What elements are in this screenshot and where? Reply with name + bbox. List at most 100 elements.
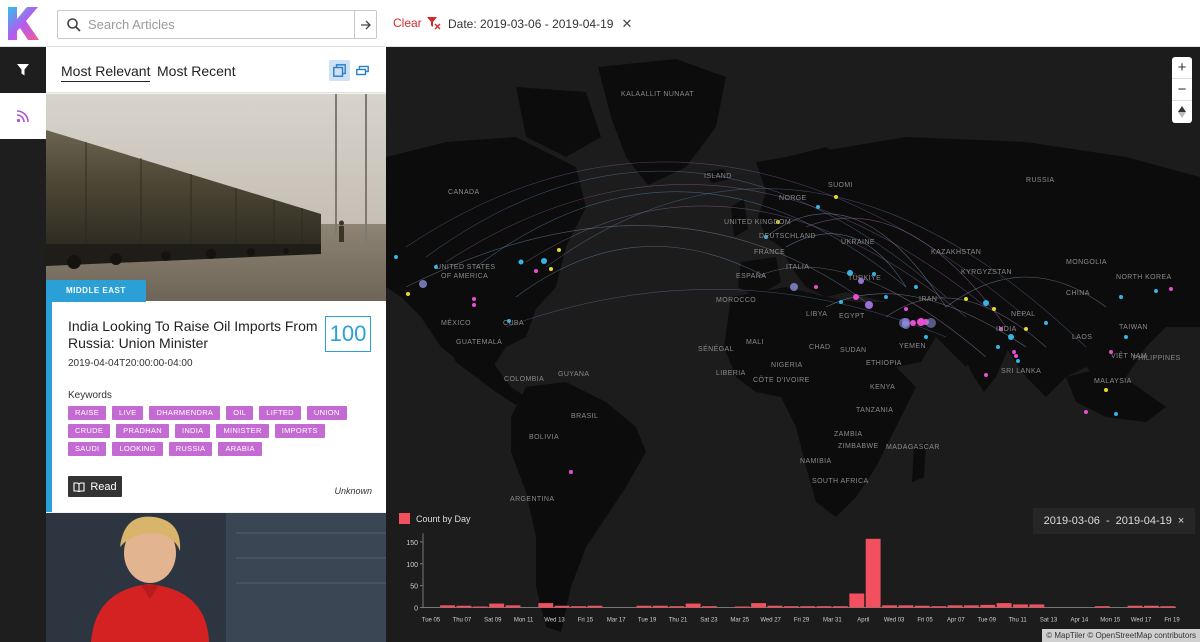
keyword-tag[interactable]: MINISTER [216,424,269,438]
map-label: LAOS [1072,334,1093,341]
map-label: PHILIPPINES [1133,355,1181,362]
histogram-bar[interactable] [1144,605,1159,608]
search-input[interactable] [86,14,348,35]
reset-north-button[interactable] [1172,101,1192,123]
filter-panel-button[interactable] [0,47,46,93]
x-tick-label: April [857,618,869,624]
histogram-bar[interactable] [571,606,586,608]
histogram-bar[interactable] [816,606,832,608]
histogram-bar[interactable] [1013,604,1028,608]
map-label: CHINA [1066,290,1090,297]
logo-k-icon [8,7,39,40]
article-title[interactable]: India Looking To Raise Oil Imports From … [68,318,318,352]
keyword-tag[interactable]: UNION [306,406,347,420]
histogram-bar[interactable] [587,605,603,608]
histogram-bar[interactable] [652,605,668,608]
search-submit-button[interactable] [354,11,376,38]
compact-view-button[interactable] [352,60,373,81]
side-rail [0,47,46,642]
read-article-button[interactable]: Read [68,476,122,497]
clear-filters-button[interactable]: Clear [393,16,441,30]
tab-most-relevant[interactable]: Most Relevant [61,63,151,82]
histogram-bar[interactable] [702,606,717,608]
histogram-bar[interactable] [800,606,816,608]
keyword-tag[interactable]: RAISE [68,406,107,420]
article-date: 2019-04-04T20:00:00-04:00 [68,358,193,369]
histogram-bar[interactable] [1094,606,1110,608]
keyword-tag[interactable]: LIFTED [259,406,301,420]
histogram-bar[interactable] [554,605,570,608]
keyword-tag[interactable]: ARABIA [218,442,262,456]
histogram-bar[interactable] [980,604,996,608]
histogram-bar[interactable] [1029,604,1045,608]
map-label: ITALIA [786,264,810,271]
keyword-tag[interactable]: IMPORTS [274,424,325,438]
keyword-tag[interactable]: LIVE [112,406,144,420]
zoom-control: + − [1172,57,1192,123]
histogram-bar[interactable] [963,605,979,608]
map-label: COLOMBIA [504,376,545,383]
histogram-bar[interactable] [832,606,848,608]
map-label: NIGERIA [771,362,803,369]
map-label: ZIMBABWE [838,443,879,450]
app-logo[interactable] [0,0,46,47]
histogram-bar[interactable] [1160,606,1176,608]
histogram-bar[interactable] [1127,605,1143,608]
map-attribution[interactable]: © MapTiler © OpenStreetMap contributors [1042,629,1200,642]
range-close-icon[interactable]: × [1178,515,1184,527]
keyword-tag[interactable]: SAUDI [68,442,107,456]
keyword-tag[interactable]: RUSSIA [168,442,213,456]
map-label: MALI [746,339,764,346]
keywords-label: Keywords [68,390,112,401]
histogram-bar[interactable] [636,605,652,608]
keyword-tag[interactable]: PRADHAN [116,424,169,438]
histogram-bar[interactable] [472,606,488,608]
histogram-bar[interactable] [849,593,865,608]
map-label: ISLAND [704,173,732,180]
histogram-bar[interactable] [931,606,947,608]
x-tick-label: Sat 09 [484,618,502,624]
histogram-bar[interactable] [440,605,455,608]
date-filter-label: Date: 2019-03-06 - 2019-04-19 [448,17,614,31]
histogram-bar[interactable] [996,603,1012,608]
histogram-bar[interactable] [947,605,963,608]
map-label: TAIWAN [1119,324,1148,331]
map-label: CUBA [503,320,525,327]
date-range-selector[interactable]: 2019-03-06 - 2019-04-19 × [1033,508,1195,534]
histogram-bar[interactable] [914,605,930,608]
world-map[interactable]: KALAALLIT NUNAAT CANADA ISLAND SUOMI RUS… [386,47,1200,642]
x-tick-label: Sat 13 [1040,618,1058,624]
tab-most-recent[interactable]: Most Recent [157,63,236,79]
histogram-bar[interactable] [783,606,799,608]
next-article-image[interactable] [46,513,386,642]
histogram-bar[interactable] [898,605,914,608]
histogram-bar[interactable] [767,605,783,608]
zoom-in-button[interactable]: + [1172,57,1192,79]
map-label: CANADA [448,189,480,196]
histogram-bar[interactable] [489,603,505,608]
histogram-bar[interactable] [751,603,767,608]
histogram-bar[interactable] [669,606,685,608]
keyword-tag[interactable]: INDIA [174,424,211,438]
keyword-tag[interactable]: CRUDE [68,424,111,438]
histogram-bar[interactable] [685,603,701,608]
keyword-tag[interactable]: LOOKING [112,442,163,456]
zoom-out-button[interactable]: − [1172,79,1192,101]
x-tick-label: Wed 03 [884,618,905,624]
histogram-bar[interactable] [734,606,750,608]
map-label: UNITED STATES [436,264,496,271]
histogram-bar[interactable] [505,605,521,608]
article-card[interactable]: MIDDLE EAST India Looking To Raise Oil I… [46,94,386,512]
remove-date-filter-icon[interactable]: ✕ [621,16,632,32]
histogram-bar[interactable] [538,603,554,608]
feed-panel-button[interactable] [0,93,46,139]
map-label: KYRGYZSTAN [961,269,1012,276]
keyword-tag[interactable]: DHARMENDRA [149,406,221,420]
x-tick-label: Fri 05 [917,618,933,624]
expanded-view-button[interactable] [329,60,350,81]
histogram-bar[interactable] [456,605,472,608]
keyword-tag[interactable]: OIL [226,406,254,420]
histogram-bar[interactable] [882,605,897,608]
article-image [46,94,386,301]
histogram-bar[interactable] [865,538,881,608]
